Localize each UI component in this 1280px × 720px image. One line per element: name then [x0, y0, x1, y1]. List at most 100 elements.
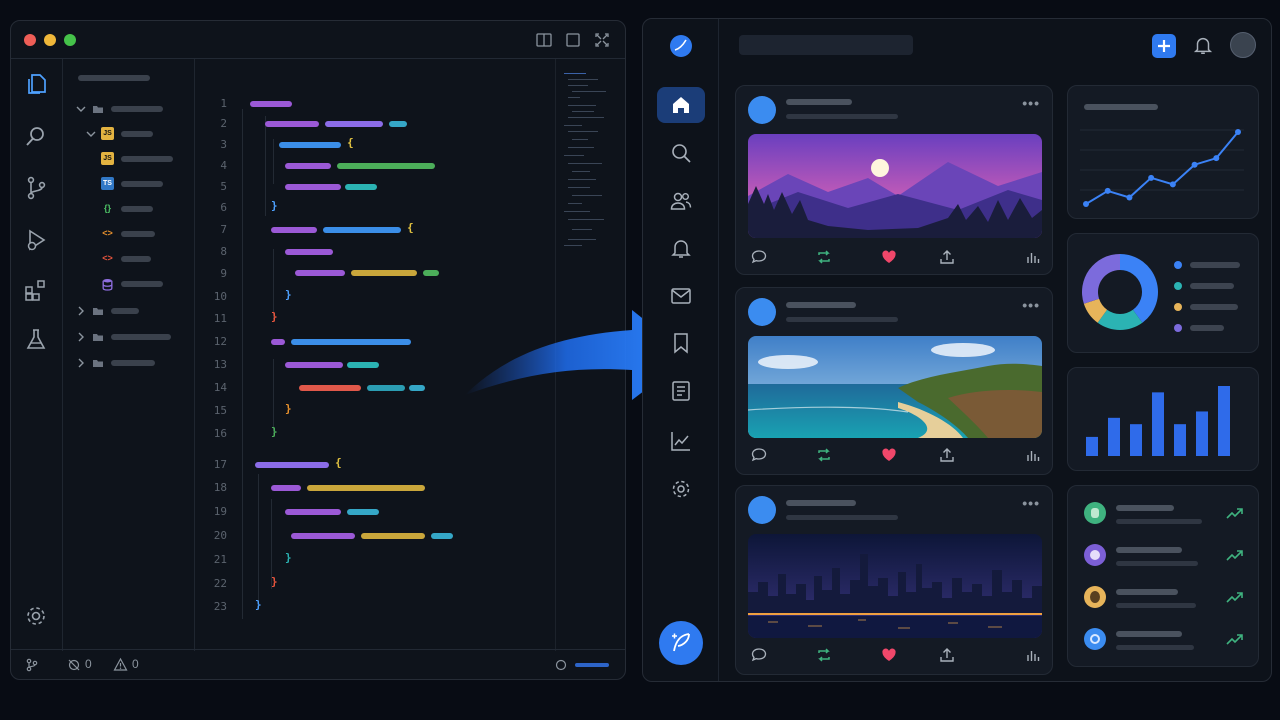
- app-logo-icon[interactable]: [669, 34, 693, 58]
- heart-icon[interactable]: [880, 446, 898, 464]
- comment-icon[interactable]: [750, 446, 768, 464]
- post-avatar[interactable]: [748, 496, 776, 524]
- stats-icon[interactable]: [1024, 446, 1042, 464]
- close-window-button[interactable]: [24, 34, 36, 46]
- tree-file[interactable]: JS: [63, 149, 195, 169]
- sync-count: 0: [85, 657, 92, 671]
- heart-icon[interactable]: [880, 646, 898, 664]
- source-control-icon[interactable]: [23, 175, 49, 201]
- notifications-bell-icon[interactable]: [1192, 34, 1214, 56]
- line-number: 21: [213, 553, 227, 566]
- post-more-icon[interactable]: •••: [1022, 495, 1040, 511]
- share-icon[interactable]: [938, 646, 956, 664]
- nav-home-button[interactable]: [657, 87, 705, 123]
- post-more-icon[interactable]: •••: [1022, 95, 1040, 111]
- tree-file[interactable]: TS: [63, 174, 195, 194]
- xml-file-icon: <>: [102, 253, 113, 263]
- maximize-panel-icon[interactable]: [564, 31, 582, 49]
- folder-icon: [93, 106, 103, 113]
- run-debug-icon[interactable]: [23, 227, 49, 253]
- user-avatar[interactable]: [1084, 586, 1106, 608]
- brace: {: [407, 221, 414, 234]
- brace: }: [255, 598, 262, 611]
- repost-icon[interactable]: [815, 446, 833, 464]
- bell-icon[interactable]: [669, 236, 693, 260]
- ts-file-icon: TS: [101, 177, 114, 190]
- branch-icon[interactable]: [25, 658, 39, 672]
- tree-file[interactable]: <>: [63, 224, 195, 244]
- line-number: 11: [213, 312, 227, 325]
- sync-icon[interactable]: [67, 658, 81, 672]
- settings-icon[interactable]: [669, 477, 693, 501]
- bar: [1218, 386, 1230, 456]
- document-icon[interactable]: [669, 379, 693, 403]
- search-icon[interactable]: [23, 123, 49, 149]
- profile-avatar[interactable]: [1230, 32, 1256, 58]
- brace: {: [335, 456, 342, 469]
- post-avatar[interactable]: [748, 96, 776, 124]
- tree-folder[interactable]: [63, 301, 195, 321]
- donut-slice: [1120, 254, 1158, 323]
- bookmark-icon[interactable]: [669, 331, 693, 355]
- files-icon[interactable]: [23, 71, 49, 97]
- trending-up-icon[interactable]: [1226, 548, 1244, 562]
- database-icon: [102, 278, 113, 291]
- post-image-coast[interactable]: [748, 336, 1042, 438]
- tree-folder-root[interactable]: [63, 99, 195, 119]
- line-point: [1213, 155, 1220, 162]
- line-number: 15: [213, 404, 227, 417]
- trending-up-icon[interactable]: [1226, 590, 1244, 604]
- comment-icon[interactable]: [750, 646, 768, 664]
- warning-icon[interactable]: [113, 657, 128, 672]
- share-icon[interactable]: [938, 446, 956, 464]
- status-circle-icon[interactable]: [555, 659, 567, 671]
- brace: }: [271, 575, 278, 588]
- brace: }: [271, 199, 278, 212]
- line-number: 12: [213, 335, 227, 348]
- compose-button[interactable]: [659, 621, 703, 665]
- app-sidebar: [643, 19, 719, 681]
- folder-icon: [93, 360, 103, 367]
- line-number: 3: [220, 138, 227, 151]
- line-number: 4: [220, 159, 227, 172]
- repost-icon[interactable]: [815, 248, 833, 266]
- tree-file[interactable]: {}: [63, 199, 195, 219]
- stats-icon[interactable]: [1024, 248, 1042, 266]
- people-icon[interactable]: [669, 189, 693, 213]
- flask-icon[interactable]: [23, 327, 49, 353]
- trending-up-icon[interactable]: [1226, 506, 1244, 520]
- brace: }: [285, 402, 292, 415]
- chevron-right-icon: [78, 358, 84, 368]
- tree-folder-src[interactable]: JS: [63, 124, 195, 144]
- tree-file[interactable]: [63, 274, 195, 294]
- user-avatar[interactable]: [1084, 628, 1106, 650]
- search-icon[interactable]: [669, 141, 693, 165]
- post-avatar[interactable]: [748, 298, 776, 326]
- comment-icon[interactable]: [750, 248, 768, 266]
- line-number: 23: [213, 600, 227, 613]
- post-image-city[interactable]: [748, 534, 1042, 638]
- chart-icon[interactable]: [669, 429, 693, 453]
- split-layout-icon[interactable]: [535, 31, 553, 49]
- tree-file[interactable]: <>: [63, 249, 195, 269]
- extensions-icon[interactable]: [23, 277, 49, 303]
- fullscreen-icon[interactable]: [593, 31, 611, 49]
- trending-up-icon[interactable]: [1226, 632, 1244, 646]
- minimize-window-button[interactable]: [44, 34, 56, 46]
- settings-icon[interactable]: [23, 603, 49, 629]
- user-avatar[interactable]: [1084, 544, 1106, 566]
- share-icon[interactable]: [938, 248, 956, 266]
- line-number: 20: [213, 529, 227, 542]
- heart-icon[interactable]: [880, 248, 898, 266]
- post-more-icon[interactable]: •••: [1022, 297, 1040, 313]
- user-avatar[interactable]: [1084, 502, 1106, 524]
- tree-folder[interactable]: [63, 327, 195, 347]
- maximize-window-button[interactable]: [64, 34, 76, 46]
- stats-icon[interactable]: [1024, 646, 1042, 664]
- mail-icon[interactable]: [669, 284, 693, 308]
- repost-icon[interactable]: [815, 646, 833, 664]
- tree-folder[interactable]: [63, 353, 195, 373]
- search-bar[interactable]: [739, 35, 913, 55]
- post-image-mountains[interactable]: [748, 134, 1042, 238]
- new-post-button[interactable]: [1152, 34, 1176, 58]
